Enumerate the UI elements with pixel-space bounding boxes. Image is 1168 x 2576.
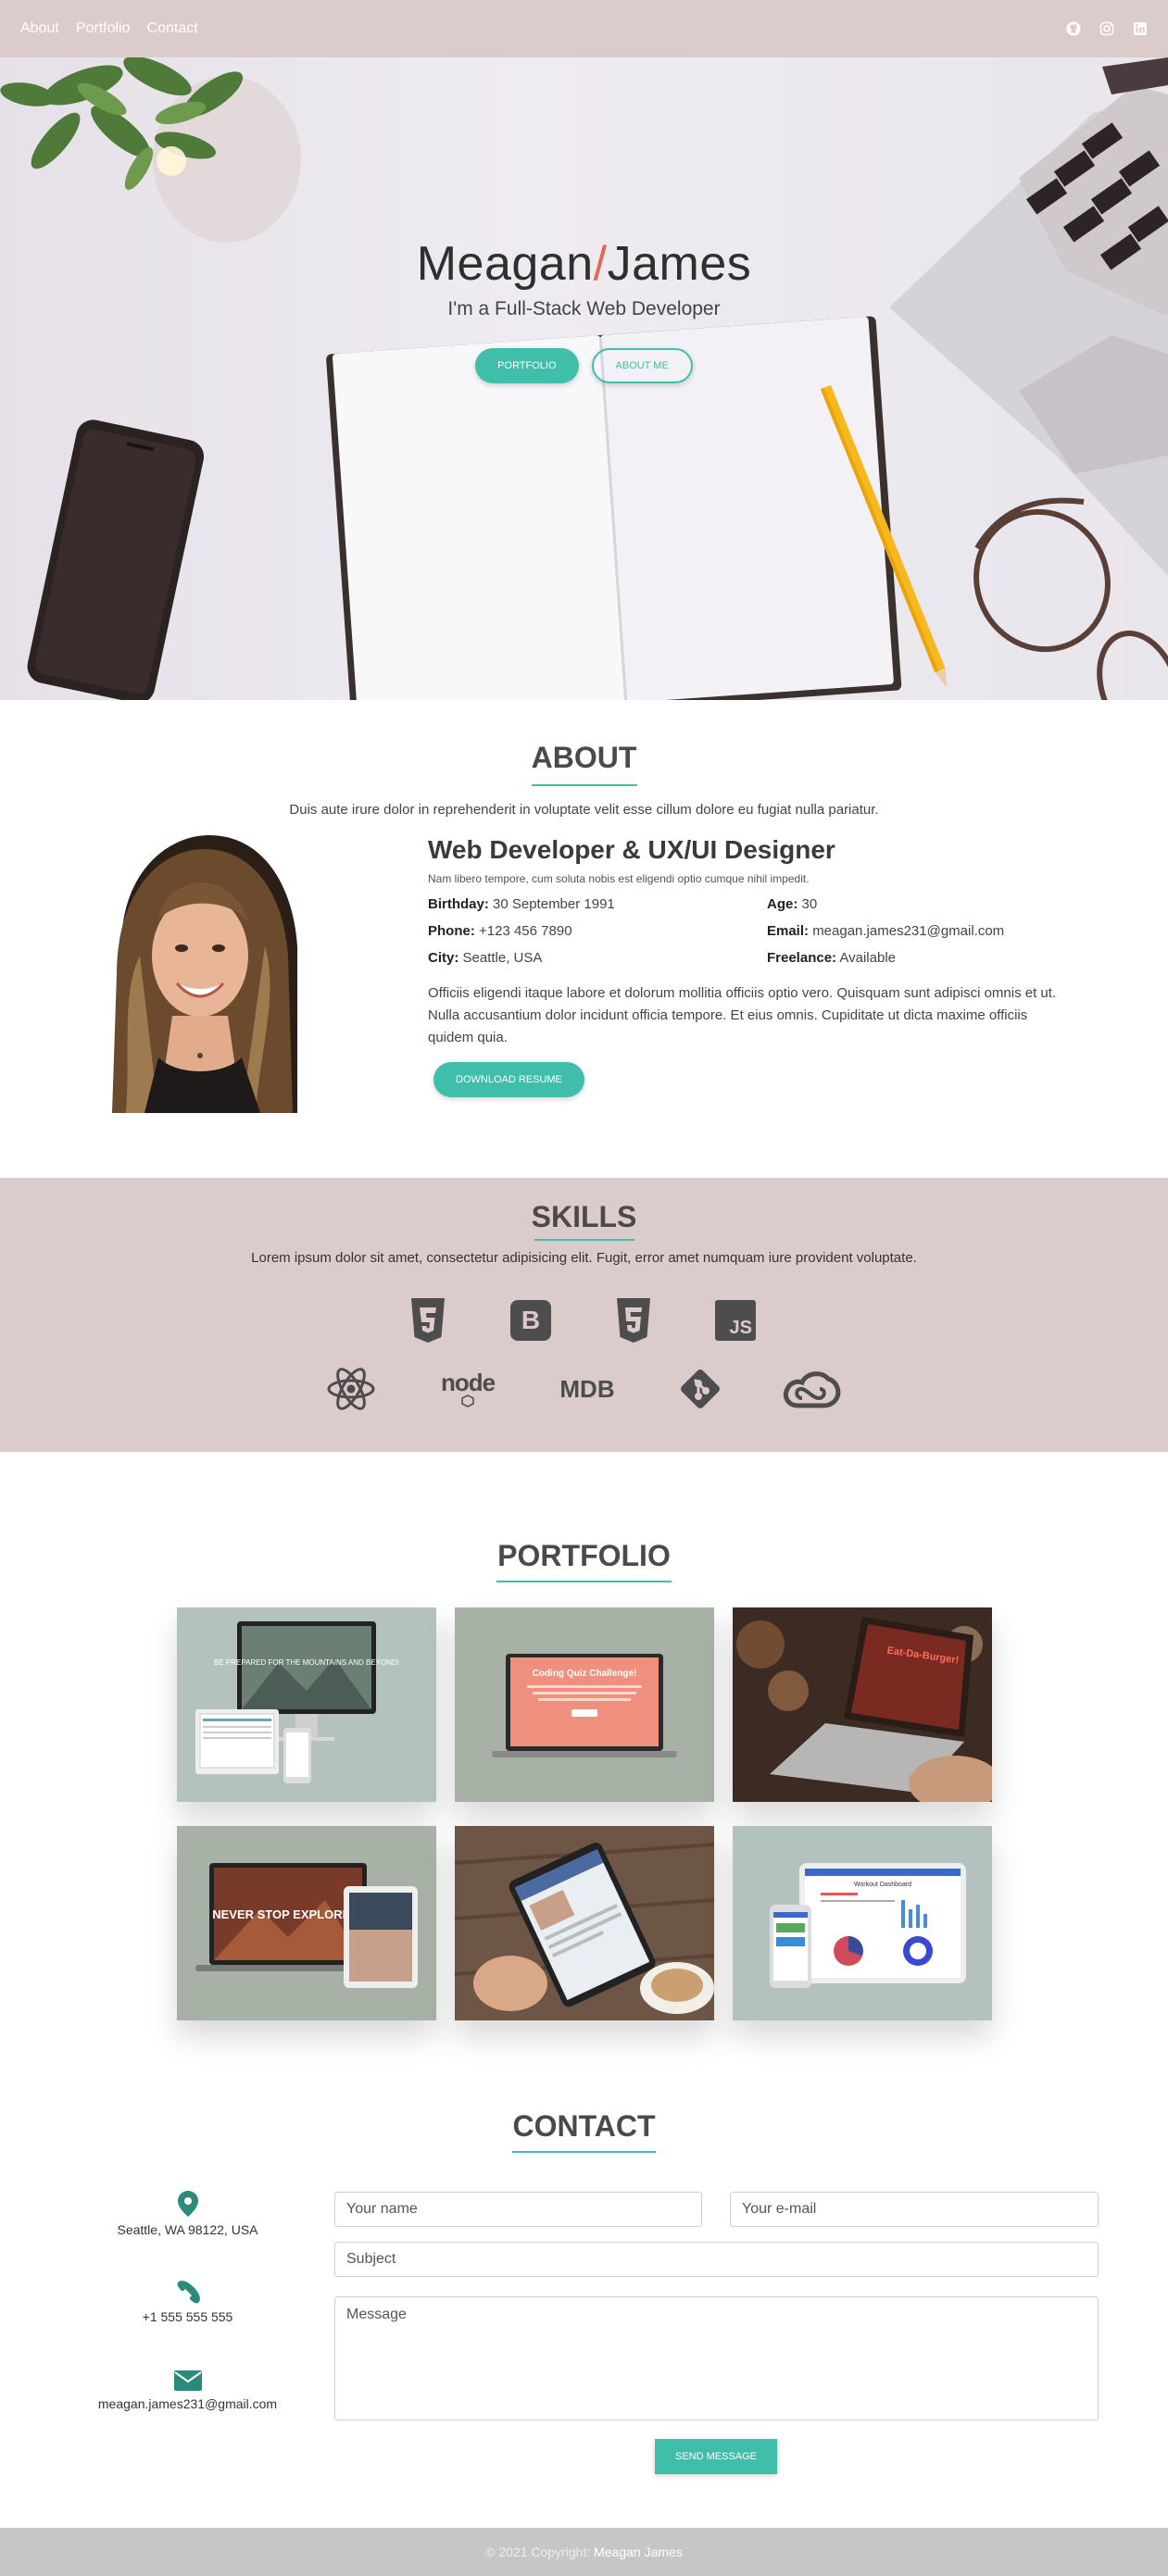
about-subtext: Nam libero tempore, cum soluta nobis est…: [428, 872, 810, 885]
fact-label: Phone:: [428, 923, 475, 939]
fact-freelance: Freelance: Available: [767, 950, 1045, 966]
hero-section: Meagan/James I'm a Full-Stack Web Develo…: [0, 57, 1168, 700]
fact-birthday: Birthday: 30 September 1991: [428, 896, 767, 912]
portfolio-caption: Workout Dashboard: [854, 1882, 911, 1888]
fact-value: Available: [839, 950, 896, 966]
js-badge: JS: [715, 1300, 756, 1341]
footer-name-link[interactable]: Meagan James: [594, 2545, 683, 2559]
about-paragraph: Officiis eligendi itaque labore et dolor…: [428, 985, 1057, 1045]
footer: © 2021 Copyright: Meagan James: [0, 2528, 1168, 2576]
portfolio-title: PORTFOLIO: [497, 1539, 671, 1572]
footer-copyright: © 2021 Copyright:: [485, 2545, 591, 2559]
contact-title: CONTACT: [512, 2109, 656, 2143]
portfolio-item-coding-quiz[interactable]: Coding Quiz Challenge!: [455, 1607, 714, 1802]
hero-buttons: PORTFOLIO ABOUT ME: [0, 348, 1168, 383]
contact-title-underline: [512, 2151, 656, 2153]
bootstrap-icon: B: [509, 1296, 553, 1344]
mdb-icon: MDB: [554, 1363, 621, 1415]
about-me-button[interactable]: ABOUT ME: [591, 348, 693, 383]
contact-address: Seattle, WA 98122, USA: [74, 2191, 301, 2237]
fact-value: 30: [801, 896, 818, 912]
message-textarea[interactable]: [334, 2296, 1099, 2420]
about-title-underline: [532, 784, 637, 786]
subject-input[interactable]: [334, 2242, 1099, 2277]
nav-link-contact[interactable]: Contact: [147, 20, 198, 37]
portfolio-item-never-stop-exploring[interactable]: NEVER STOP EXPLORING: [177, 1826, 436, 2020]
contact-email-text: meagan.james231@gmail.com: [97, 2396, 278, 2411]
hero-title: Meagan/James: [0, 236, 1168, 292]
fact-value: Seattle, USA: [462, 950, 543, 966]
portfolio-item-workout-dashboard[interactable]: Workout Dashboard: [733, 1826, 992, 2020]
hero-last-name: James: [607, 237, 752, 291]
name-input[interactable]: [334, 2192, 702, 2227]
profile-photo: [103, 835, 297, 1113]
about-facts: Birthday: 30 September 1991 Age: 30 Phon…: [428, 896, 1076, 966]
fact-label: Freelance:: [767, 950, 837, 966]
portfolio-item-mountains[interactable]: BE PREPARED FOR THE MOUNTAINS AND BEYOND…: [177, 1607, 436, 1802]
phone-icon: [176, 2281, 200, 2304]
about-role: Web Developer & UX/UI Designer: [428, 835, 835, 864]
fact-label: City:: [428, 950, 459, 966]
hero-subtitle: I'm a Full-Stack Web Developer: [447, 298, 721, 319]
html5-icon: [611, 1296, 656, 1344]
hero-slash: /: [593, 237, 608, 291]
fact-label: Birthday:: [428, 896, 489, 912]
email-input[interactable]: [730, 2192, 1099, 2227]
nav-links: About Portfolio Contact: [20, 20, 198, 37]
skills-lead: Lorem ipsum dolor sit amet, consectetur …: [251, 1250, 917, 1266]
skills-title: SKILLS: [531, 1200, 637, 1233]
javascript-icon: JS: [713, 1296, 758, 1344]
contact-email: meagan.james231@gmail.com: [74, 2370, 301, 2411]
portfolio-caption: BE PREPARED FOR THE MOUNTAINS AND BEYOND…: [214, 1658, 399, 1667]
skills-section: SKILLS Lorem ipsum dolor sit amet, conse…: [0, 1178, 1168, 1452]
contact-phone: +1 555 555 555: [74, 2280, 301, 2324]
instagram-icon[interactable]: [1099, 21, 1114, 36]
linkedin-icon[interactable]: [1133, 21, 1148, 36]
react-icon: [324, 1363, 378, 1415]
fact-value: 30 September 1991: [493, 896, 615, 912]
portfolio-caption: NEVER STOP EXPLORING: [212, 1907, 364, 1921]
map-marker-icon: [177, 2191, 198, 2217]
fact-city: City: Seattle, USA: [428, 950, 767, 966]
fact-email: Email: meagan.james231@gmail.com: [767, 923, 1045, 939]
contact-phone-text: +1 555 555 555: [142, 2309, 233, 2324]
download-resume-button[interactable]: DOWNLOAD RESUME: [433, 1062, 584, 1097]
bootstrap-letter: B: [510, 1300, 551, 1341]
about-details: Web Developer & UX/UI Designer Nam liber…: [428, 835, 1076, 1097]
about-title: ABOUT: [531, 741, 637, 774]
nav-link-about[interactable]: About: [20, 20, 59, 37]
about-lead: Duis aute irure dolor in reprehenderit i…: [289, 802, 879, 818]
hero-first-name: Meagan: [416, 237, 594, 291]
fact-phone: Phone: +123 456 7890: [428, 923, 767, 939]
send-message-button[interactable]: SEND MESSAGE: [655, 2439, 777, 2474]
js-letters: JS: [729, 1318, 752, 1338]
node-hexagon-icon: [461, 1394, 474, 1407]
mdb-wordmark: MDB: [559, 1374, 615, 1403]
fact-value: +123 456 7890: [479, 923, 572, 939]
contact-address-text: Seattle, WA 98122, USA: [117, 2222, 258, 2237]
git-icon: [674, 1363, 726, 1415]
fact-label: Email:: [767, 923, 810, 939]
fact-age: Age: 30: [767, 896, 1045, 912]
node-icon: node: [431, 1363, 505, 1415]
top-navbar: About Portfolio Contact: [0, 0, 1168, 57]
github-icon[interactable]: [1066, 21, 1081, 36]
portfolio-title-underline: [496, 1581, 672, 1582]
portfolio-item-tablet-app[interactable]: [455, 1826, 714, 2020]
portfolio-caption: Coding Quiz Challenge!: [533, 1669, 637, 1679]
portfolio-button[interactable]: PORTFOLIO: [475, 348, 579, 383]
node-wordmark: node: [440, 1369, 496, 1396]
nav-link-portfolio[interactable]: Portfolio: [76, 20, 131, 37]
envelope-icon: [173, 2370, 202, 2391]
fact-value: meagan.james231@gmail.com: [812, 923, 1005, 939]
css3-icon: [406, 1296, 450, 1344]
creative-cloud-icon: [780, 1363, 843, 1415]
skills-title-underline: [534, 1239, 634, 1241]
social-links: [1066, 21, 1148, 36]
fact-label: Age:: [767, 896, 798, 912]
portfolio-item-eat-da-burger[interactable]: Eat-Da-Burger!: [733, 1607, 992, 1802]
